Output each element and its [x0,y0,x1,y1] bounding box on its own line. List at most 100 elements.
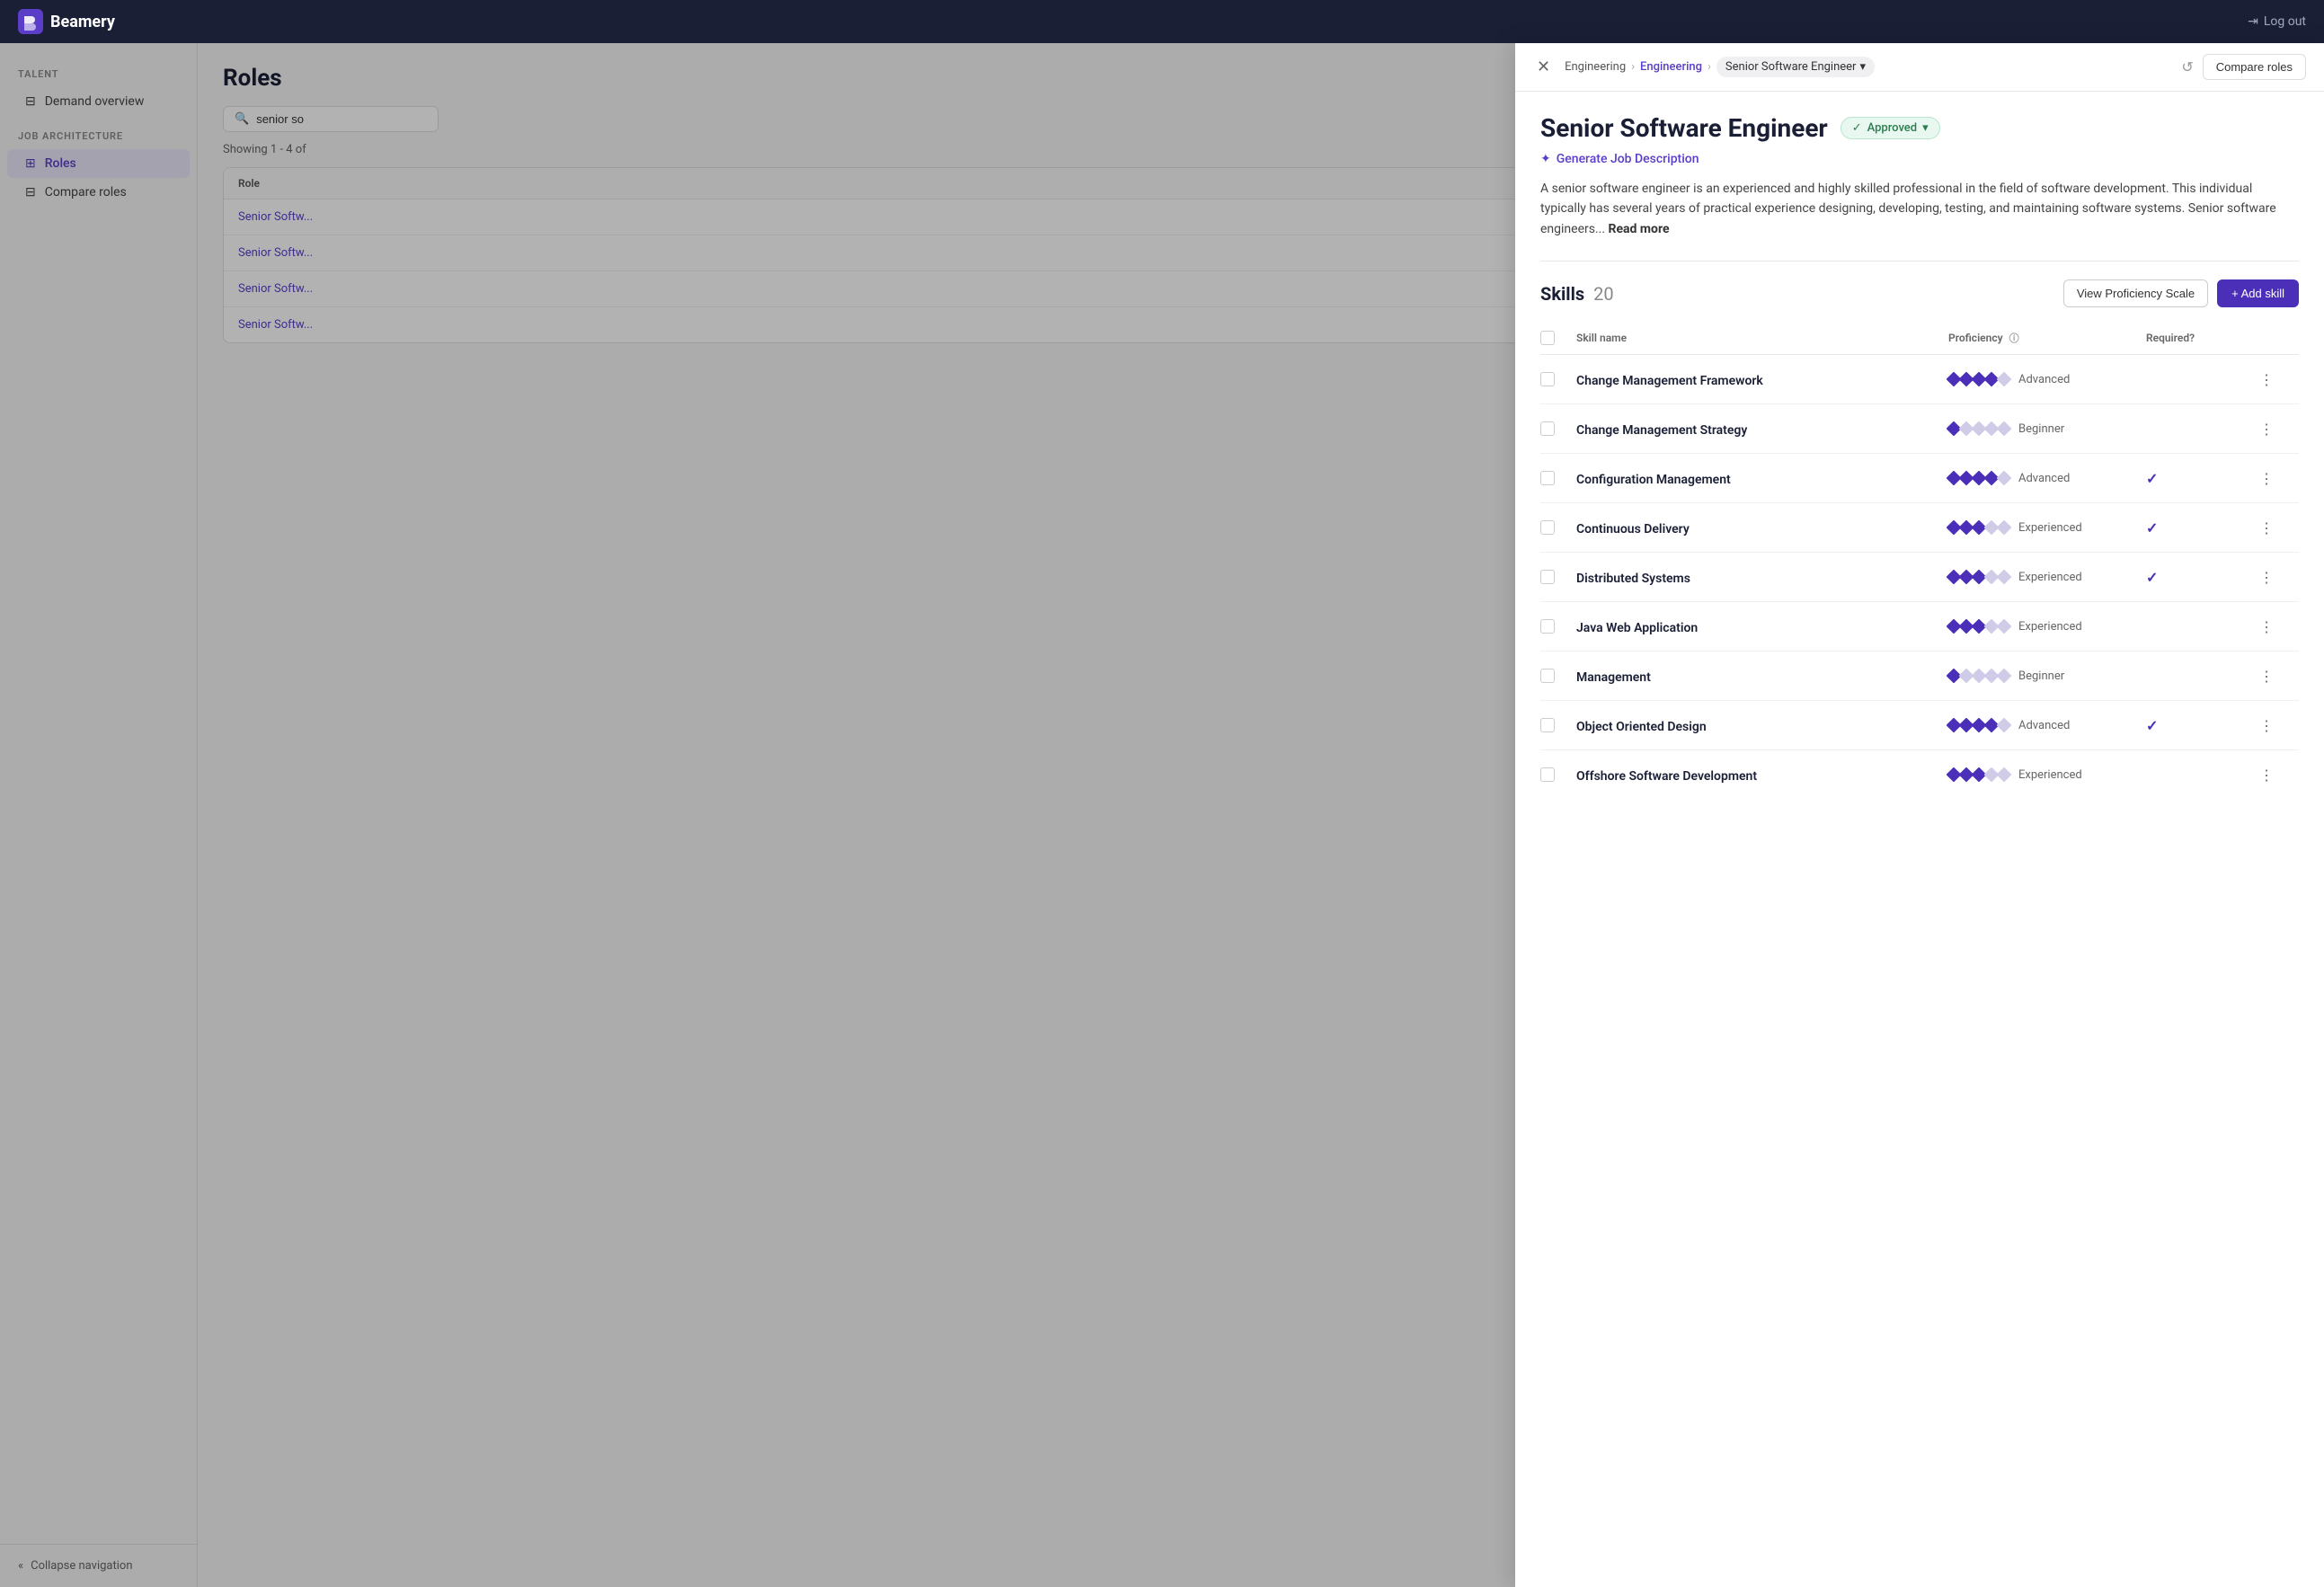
skills-table: Skill name Proficiency ⓘ Required? Chang… [1540,322,2299,799]
brand-name: Beamery [50,13,115,31]
proficiency-label: Advanced [2018,472,2070,485]
proficiency-label: Advanced [2018,373,2070,386]
skill-name-column-header: Skill name [1576,332,1948,344]
required-check-icon: ✓ [2146,470,2158,487]
proficiency-cell: Experienced [1948,521,2146,535]
check-icon: ✓ [1852,121,1862,135]
actions-cell: ⋮ [2254,515,2299,540]
skill-checkbox[interactable] [1540,570,1555,584]
close-button[interactable]: ✕ [1533,54,1554,80]
row-check[interactable] [1540,421,1576,436]
more-options-button[interactable]: ⋮ [2254,713,2279,738]
diamond-empty [1997,718,2012,733]
compare-roles-button[interactable]: Compare roles [2203,54,2306,80]
more-options-button[interactable]: ⋮ [2254,416,2279,441]
proficiency-cell: Advanced [1948,373,2146,386]
breadcrumb-engineering-sub[interactable]: Engineering [1640,60,1702,74]
actions-cell: ⋮ [2254,614,2299,639]
required-cell: ✓ [2146,717,2254,734]
skill-name-cell: Change Management Strategy [1576,421,1948,438]
skill-name: Change Management Framework [1576,374,1763,388]
row-check[interactable] [1540,619,1576,634]
skill-name: Object Oriented Design [1576,720,1707,734]
row-check[interactable] [1540,767,1576,782]
breadcrumb-role-dropdown[interactable]: Senior Software Engineer ▾ [1716,57,1875,77]
skill-name: Offshore Software Development [1576,769,1757,784]
proficiency-label: Experienced [2018,620,2082,634]
proficiency-cell: Experienced [1948,768,2146,782]
actions-cell: ⋮ [2254,762,2299,787]
skill-checkbox[interactable] [1540,372,1555,386]
proficiency-label: Experienced [2018,521,2082,535]
skills-header: Skills 20 View Proficiency Scale + Add s… [1540,279,2299,307]
proficiency-column-header: Proficiency ⓘ [1948,331,2146,345]
skill-checkbox[interactable] [1540,619,1555,634]
row-check[interactable] [1540,520,1576,535]
logout-button[interactable]: ⇥ Log out [2248,14,2306,29]
more-options-button[interactable]: ⋮ [2254,465,2279,491]
badge-chevron-icon: ▾ [1922,121,1929,135]
actions-cell: ⋮ [2254,416,2299,441]
row-check[interactable] [1540,718,1576,732]
more-options-button[interactable]: ⋮ [2254,614,2279,639]
skill-name-header-label: Skill name [1576,332,1627,344]
row-check[interactable] [1540,372,1576,386]
info-icon[interactable]: ⓘ [2009,331,2019,345]
diamond-empty [1997,619,2012,634]
row-check[interactable] [1540,669,1576,683]
skill-name-cell: Object Oriented Design [1576,717,1948,734]
actions-cell: ⋮ [2254,465,2299,491]
panel-content: Senior Software Engineer ✓ Approved ▾ ✦ … [1515,92,2324,1587]
generate-job-description-link[interactable]: ✦ Generate Job Description [1540,152,2299,166]
skill-checkbox[interactable] [1540,471,1555,485]
required-cell: ✓ [2146,569,2254,586]
history-icon[interactable]: ↺ [2181,58,2193,75]
more-options-button[interactable]: ⋮ [2254,515,2279,540]
proficiency-label: Advanced [2018,719,2070,732]
required-cell: ✓ [2146,519,2254,536]
actions-cell: ⋮ [2254,367,2299,392]
table-row: Distributed Systems Experienced ✓ ⋮ [1540,553,2299,602]
select-all-checkbox[interactable] [1540,331,1555,345]
skill-name-cell: Java Web Application [1576,618,1948,635]
skill-checkbox[interactable] [1540,520,1555,535]
diamond-empty [1997,767,2012,783]
panel-actions: ↺ Compare roles [2181,54,2306,80]
diamond-empty [1997,570,2012,585]
read-more-link[interactable]: Read more [1609,222,1670,236]
row-check[interactable] [1540,471,1576,485]
skill-name-cell: Offshore Software Development [1576,767,1948,784]
more-options-button[interactable]: ⋮ [2254,564,2279,590]
proficiency-diamonds [1948,720,2009,731]
required-cell: ✓ [2146,470,2254,487]
proficiency-cell: Advanced [1948,472,2146,485]
more-options-button[interactable]: ⋮ [2254,663,2279,688]
chevron-down-icon: ▾ [1859,60,1866,74]
actions-cell: ⋮ [2254,564,2299,590]
panel-topbar: ✕ Engineering › Engineering › Senior Sof… [1515,43,2324,92]
view-proficiency-scale-button[interactable]: View Proficiency Scale [2063,279,2208,307]
row-check[interactable] [1540,570,1576,584]
more-options-button[interactable]: ⋮ [2254,367,2279,392]
skills-title: Skills [1540,283,1584,305]
proficiency-header-label: Proficiency [1948,332,2003,344]
required-check-icon: ✓ [2146,569,2158,586]
skill-name: Continuous Delivery [1576,522,1690,536]
proficiency-diamonds [1948,374,2009,385]
add-skill-button[interactable]: + Add skill [2217,279,2299,307]
status-badge[interactable]: ✓ Approved ▾ [1841,117,1940,139]
skills-actions: View Proficiency Scale + Add skill [2063,279,2299,307]
proficiency-label: Experienced [2018,768,2082,782]
skill-checkbox[interactable] [1540,421,1555,436]
diamond-empty [1997,372,2012,387]
proficiency-cell: Beginner [1948,669,2146,683]
skill-checkbox[interactable] [1540,669,1555,683]
skill-checkbox[interactable] [1540,767,1555,782]
more-options-button[interactable]: ⋮ [2254,762,2279,787]
skills-count: 20 [1593,283,1613,305]
skill-name: Management [1576,670,1651,685]
breadcrumb-engineering[interactable]: Engineering [1565,60,1626,74]
skill-name-cell: Change Management Framework [1576,371,1948,388]
skill-checkbox[interactable] [1540,718,1555,732]
proficiency-diamonds [1948,670,2009,681]
